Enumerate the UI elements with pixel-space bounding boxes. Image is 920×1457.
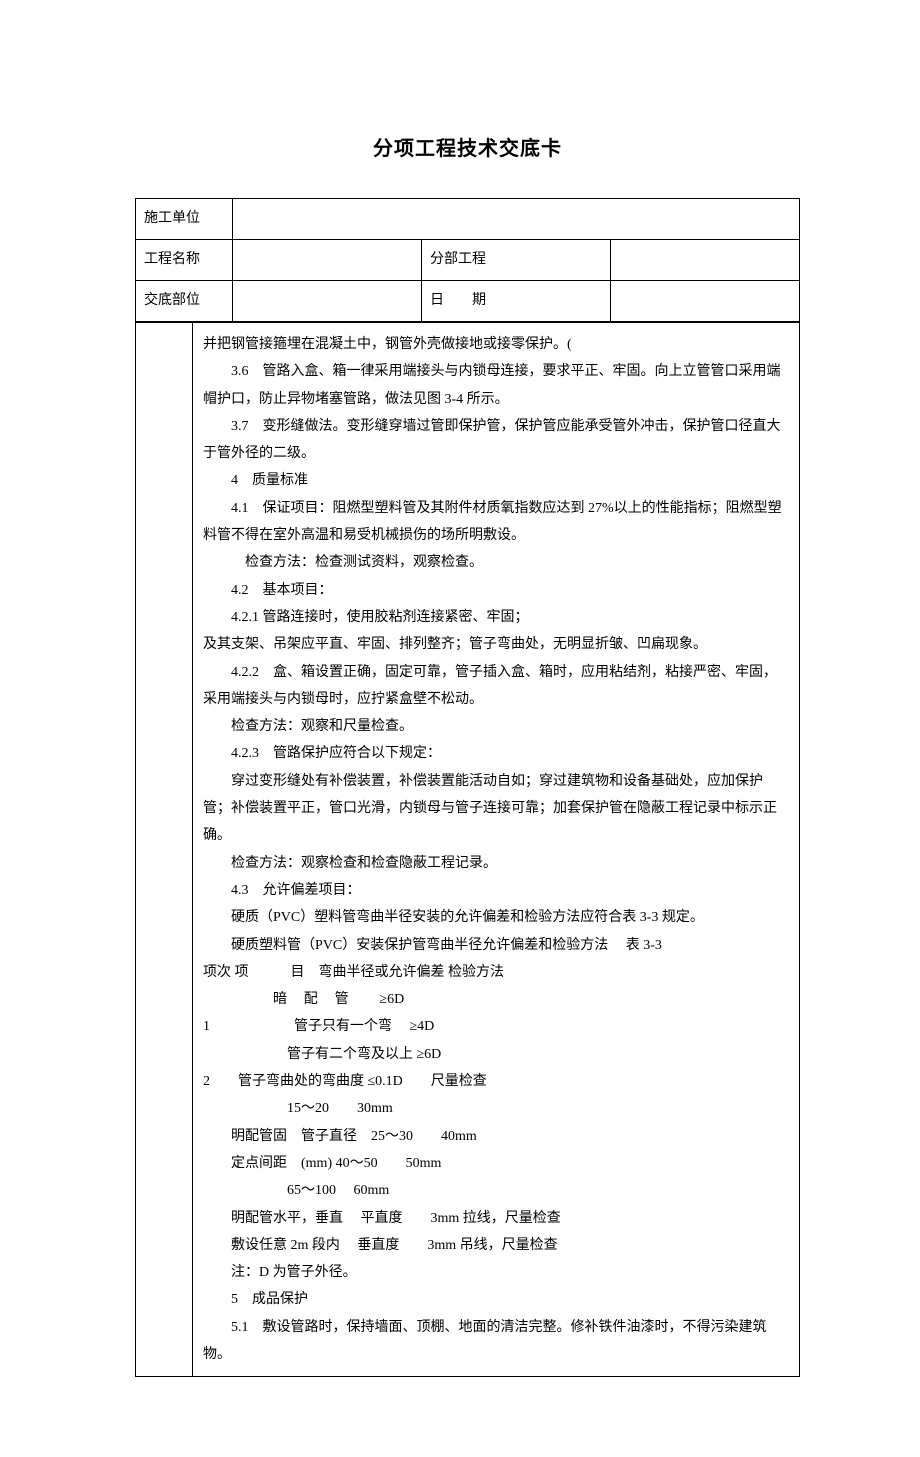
header-row-1: 施工单位: [136, 199, 800, 240]
body-content: 并把钢管接箍埋在混凝土中，钢管外壳做接地或接零保护。( 3.6 管路入盒、箱一律…: [199, 331, 793, 1368]
body-line: 项次 项 目 弯曲半径或允许偏差 检验方法: [203, 959, 789, 986]
body-line: 5.1 敷设管路时，保持墙面、顶棚、地面的清洁完整。修补铁件油漆时，不得污染建筑…: [203, 1314, 789, 1369]
header-row-3: 交底部位 日 期: [136, 281, 800, 322]
body-line: 2 管子弯曲处的弯曲度 ≤0.1D 尺量检查: [203, 1068, 789, 1095]
body-line: 4.1 保证项目：阻燃型塑料管及其附件材质氧指数应达到 27%以上的性能指标；阻…: [203, 495, 789, 550]
document-title: 分项工程技术交底卡: [135, 130, 800, 168]
body-line: 检查方法：观察检查和检查隐蔽工程记录。: [203, 850, 789, 877]
body-line: 检查方法：检查测试资料，观察检查。: [203, 549, 789, 576]
span: 65～100 60mm: [287, 1183, 389, 1198]
value-project-name: [233, 240, 422, 281]
label-date: 日 期: [422, 281, 611, 322]
body-line: 及其支架、吊架应平直、牢固、排列整齐；管子弯曲处，无明显折皱、凹扁现象。: [203, 631, 789, 658]
body-line: 5 成品保护: [203, 1286, 789, 1313]
body-side-cell: [136, 323, 193, 1377]
value-date: [611, 281, 800, 322]
body-line: 4.2 基本项目：: [203, 577, 789, 604]
body-line: 管子有二个弯及以上 ≥6D: [203, 1041, 789, 1068]
label-subproject: 分部工程: [422, 240, 611, 281]
body-line: 硬质（PVC）塑料管弯曲半径安装的允许偏差和检验方法应符合表 3-3 规定。: [203, 904, 789, 931]
body-line: 明配管固 管子直径 25～30 40mm: [203, 1123, 789, 1150]
body-line: 定点间距 (mm) 40～50 50mm: [203, 1150, 789, 1177]
body-line: 4 质量标准: [203, 467, 789, 494]
body-line: 硬质塑料管（PVC）安装保护管弯曲半径允许偏差和检验方法 表 3-3: [203, 932, 789, 959]
label-construction-unit: 施工单位: [136, 199, 233, 240]
span: 管子有二个弯及以上 ≥6D: [287, 1047, 441, 1062]
body-line: 65～100 60mm: [203, 1177, 789, 1204]
body-line: 并把钢管接箍埋在混凝土中，钢管外壳做接地或接零保护。(: [203, 331, 789, 358]
span: 15～20 30mm: [287, 1101, 393, 1116]
value-disclosure-part: [233, 281, 422, 322]
header-row-2: 工程名称 分部工程: [136, 240, 800, 281]
body-line: 明配管水平，垂直 平直度 3mm 拉线，尺量检查: [203, 1205, 789, 1232]
value-construction-unit: [233, 199, 800, 240]
label-project-name: 工程名称: [136, 240, 233, 281]
body-line: 4.3 允许偏差项目：: [203, 877, 789, 904]
body-table: 并把钢管接箍埋在混凝土中，钢管外壳做接地或接零保护。( 3.6 管路入盒、箱一律…: [135, 322, 800, 1377]
body-line: 4.2.3 管路保护应符合以下规定：: [203, 740, 789, 767]
body-line: 3.6 管路入盒、箱一律采用端接头与内锁母连接，要求平正、牢固。向上立管管口采用…: [203, 358, 789, 413]
body-line: 15～20 30mm: [203, 1095, 789, 1122]
body-line: 注：D 为管子外径。: [203, 1259, 789, 1286]
body-line: 暗配管 ≥6D: [203, 986, 789, 1013]
body-line: 穿过变形缝处有补偿装置，补偿装置能活动自如；穿过建筑物和设备基础处，应加保护管；…: [203, 768, 789, 850]
body-line: 1 管子只有一个弯 ≥4D: [203, 1013, 789, 1040]
body-line: 3.7 变形缝做法。变形缝穿墙过管即保护管，保护管应能承受管外冲击，保护管口径直…: [203, 413, 789, 468]
body-line: 4.2.2 盒、箱设置正确，固定可靠，管子插入盒、箱时，应用粘结剂，粘接严密、牢…: [203, 659, 789, 714]
body-line: 检查方法：观察和尺量检查。: [203, 713, 789, 740]
page: 分项工程技术交底卡 施工单位 工程名称 分部工程 交底部位 日 期 并把钢管接箍…: [0, 0, 920, 1457]
label-disclosure-part: 交底部位: [136, 281, 233, 322]
span: 暗配管: [273, 992, 365, 1007]
body-line: 4.2.1 管路连接时，使用胶粘剂连接紧密、牢固；: [203, 604, 789, 631]
body-line: 敷设任意 2m 段内 垂直度 3mm 吊线，尺量检查: [203, 1232, 789, 1259]
value-subproject: [611, 240, 800, 281]
header-table: 施工单位 工程名称 分部工程 交底部位 日 期: [135, 198, 800, 322]
body-content-cell: 并把钢管接箍埋在混凝土中，钢管外壳做接地或接零保护。( 3.6 管路入盒、箱一律…: [193, 323, 800, 1377]
